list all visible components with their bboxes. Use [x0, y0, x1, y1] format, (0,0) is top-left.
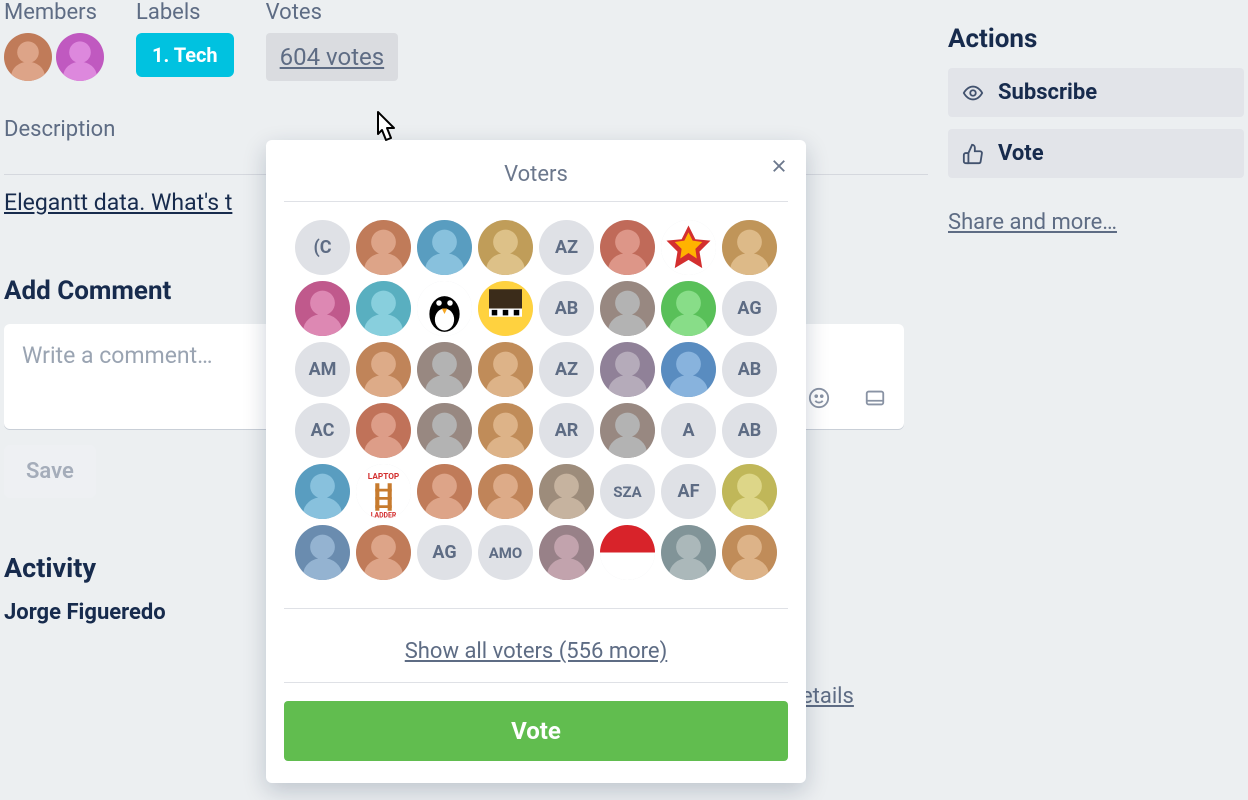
voter-avatar[interactable]: [661, 525, 716, 580]
voter-avatar[interactable]: [478, 220, 533, 275]
vote-submit-button[interactable]: Vote: [284, 701, 788, 761]
voter-avatar[interactable]: [356, 220, 411, 275]
voter-avatar[interactable]: AC: [295, 403, 350, 458]
voter-avatar[interactable]: [600, 281, 655, 336]
voter-avatar[interactable]: AR: [539, 403, 594, 458]
voter-avatar[interactable]: [478, 342, 533, 397]
voter-avatar[interactable]: [661, 220, 716, 275]
vote-button[interactable]: Vote: [948, 129, 1244, 178]
subscribe-button[interactable]: Subscribe: [948, 68, 1244, 117]
voters-title: Voters: [284, 162, 788, 187]
voter-avatar[interactable]: [600, 403, 655, 458]
svg-text:LADDER: LADDER: [371, 512, 397, 519]
voter-avatar[interactable]: [661, 281, 716, 336]
voter-avatar[interactable]: [295, 525, 350, 580]
voter-avatar[interactable]: AMO: [478, 525, 533, 580]
label-chip-tech[interactable]: 1. Tech: [136, 33, 234, 77]
voter-avatar[interactable]: [295, 281, 350, 336]
voter-grid: (CAZABAGAMAZABACARAABLAPTOPLADDERSZAAFAG…: [284, 220, 788, 580]
voter-avatar[interactable]: AG: [417, 525, 472, 580]
member-avatar[interactable]: [56, 33, 104, 81]
voter-avatar[interactable]: [417, 403, 472, 458]
voter-avatar[interactable]: [722, 525, 777, 580]
subscribe-label: Subscribe: [998, 80, 1097, 105]
votes-chip[interactable]: 604 votes: [266, 33, 399, 81]
details-link-fragment[interactable]: etails: [801, 684, 854, 709]
voter-avatar[interactable]: [600, 220, 655, 275]
description-heading: Description: [4, 117, 928, 142]
voter-avatar[interactable]: [478, 464, 533, 519]
close-icon[interactable]: [770, 156, 788, 181]
actions-heading: Actions: [948, 24, 1244, 54]
voter-avatar[interactable]: AB: [539, 281, 594, 336]
voter-avatar[interactable]: [661, 342, 716, 397]
voter-avatar[interactable]: [722, 464, 777, 519]
comment-placeholder: Write a comment…: [22, 342, 213, 369]
voter-avatar[interactable]: [417, 220, 472, 275]
voter-avatar[interactable]: [600, 342, 655, 397]
voter-avatar[interactable]: (C: [295, 220, 350, 275]
members-avatars: [4, 33, 104, 81]
divider: [284, 682, 788, 683]
voter-avatar[interactable]: [478, 281, 533, 336]
eye-icon: [962, 82, 984, 104]
vote-label: Vote: [998, 141, 1044, 166]
voter-avatar[interactable]: AZ: [539, 342, 594, 397]
member-avatar[interactable]: [4, 33, 52, 81]
voter-avatar[interactable]: [478, 403, 533, 458]
voter-avatar[interactable]: [539, 464, 594, 519]
voter-avatar[interactable]: AG: [722, 281, 777, 336]
voters-popover: Voters (CAZABAGAMAZABACARAABLAPTOPLADDER…: [266, 140, 806, 783]
labels-label: Labels: [136, 0, 234, 25]
divider: [284, 201, 788, 202]
svg-text:LAPTOP: LAPTOP: [368, 472, 399, 482]
voter-avatar[interactable]: AF: [661, 464, 716, 519]
voter-avatar[interactable]: [417, 464, 472, 519]
show-all-voters-link[interactable]: Show all voters (556 more): [284, 639, 788, 664]
voter-avatar[interactable]: AZ: [539, 220, 594, 275]
divider: [284, 608, 788, 609]
voter-avatar[interactable]: [356, 342, 411, 397]
voter-avatar[interactable]: [722, 220, 777, 275]
members-label: Members: [4, 0, 104, 25]
voter-avatar[interactable]: [539, 525, 594, 580]
voter-avatar[interactable]: [356, 403, 411, 458]
voter-avatar[interactable]: A: [661, 403, 716, 458]
thumbs-up-icon: [962, 143, 984, 165]
voter-avatar[interactable]: AM: [295, 342, 350, 397]
voter-avatar[interactable]: [356, 525, 411, 580]
save-button[interactable]: Save: [4, 445, 96, 498]
voter-avatar[interactable]: [295, 464, 350, 519]
votes-label: Votes: [266, 0, 399, 25]
emoji-icon[interactable]: [808, 387, 830, 415]
voter-avatar[interactable]: [417, 281, 472, 336]
voter-avatar[interactable]: [356, 281, 411, 336]
card-icon[interactable]: [864, 387, 886, 415]
voter-avatar[interactable]: [417, 342, 472, 397]
voter-avatar[interactable]: LAPTOP LADDER: [356, 464, 411, 519]
voter-avatar[interactable]: SZA: [600, 464, 655, 519]
share-link[interactable]: Share and more…: [948, 210, 1244, 235]
voter-avatar[interactable]: AB: [722, 342, 777, 397]
voter-avatar[interactable]: AB: [722, 403, 777, 458]
voter-avatar[interactable]: [600, 525, 655, 580]
